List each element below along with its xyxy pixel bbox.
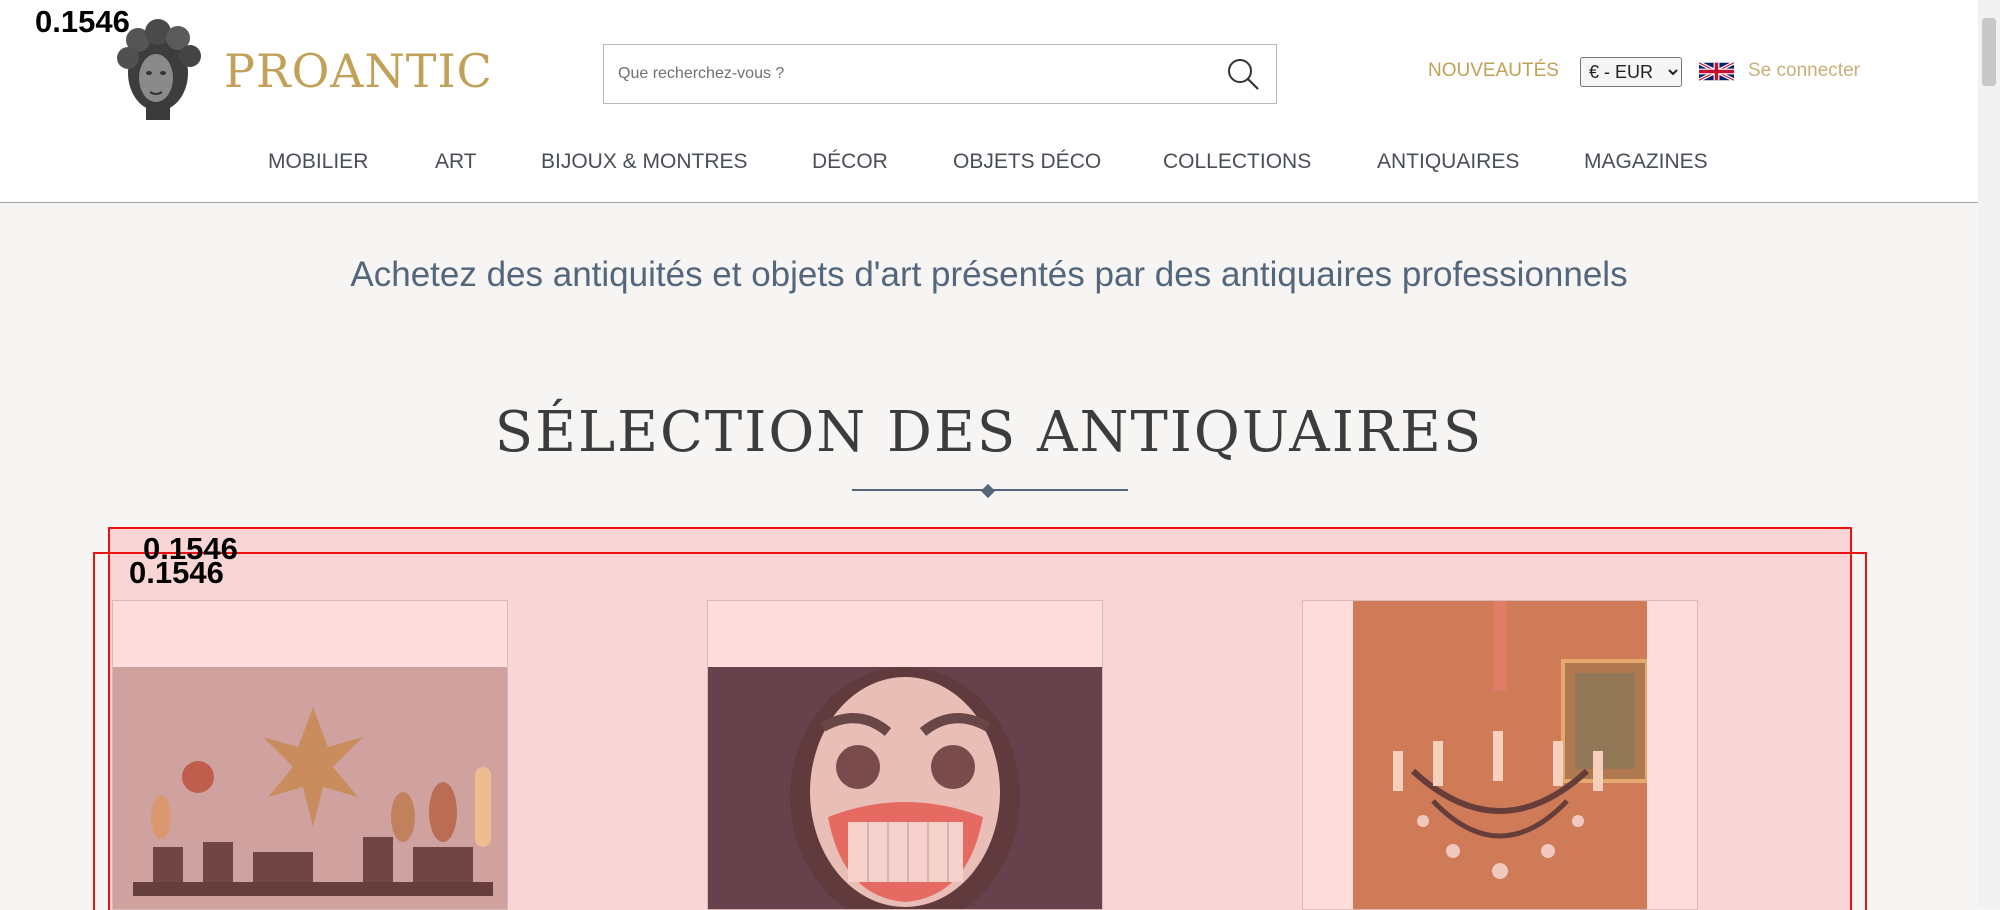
page-tagline: Achetez des antiquités et objets d'art p… xyxy=(350,255,1628,294)
nav-item-collections[interactable]: COLLECTIONS xyxy=(1163,150,1311,174)
scrollbar-thumb[interactable] xyxy=(1982,18,1996,86)
score-label: 0.1546 xyxy=(129,555,224,590)
nav-item-decor[interactable]: DÉCOR xyxy=(812,150,888,174)
site-header: PROANTIC NOUVEAUTÉS € - EUR Se connecter… xyxy=(0,0,1978,203)
site-logo-text[interactable]: PROANTIC xyxy=(224,44,493,98)
nav-item-objets-deco[interactable]: OBJETS DÉCO xyxy=(953,150,1101,174)
search-icon[interactable] xyxy=(1226,57,1260,91)
divider-diamond xyxy=(980,483,996,499)
highlight-overlay-outline xyxy=(93,552,1867,910)
nav-item-art[interactable]: ART xyxy=(435,150,477,174)
section-title: SÉLECTION DES ANTIQUAIRES xyxy=(494,400,1484,465)
search-input[interactable] xyxy=(616,59,1200,89)
nav-item-antiquaires[interactable]: ANTIQUAIRES xyxy=(1377,150,1519,174)
nouveautes-link[interactable]: NOUVEAUTÉS xyxy=(1428,60,1559,82)
uk-flag-icon[interactable] xyxy=(1699,59,1734,84)
score-label: 0.1546 xyxy=(35,4,130,39)
nav-item-magazines[interactable]: MAGAZINES xyxy=(1584,150,1708,174)
main-nav: MOBILIER ART BIJOUX & MONTRES DÉCOR OBJE… xyxy=(0,150,1978,180)
search-bar[interactable] xyxy=(603,44,1277,104)
nav-item-bijoux-montres[interactable]: BIJOUX & MONTRES xyxy=(541,150,748,174)
login-link[interactable]: Se connecter xyxy=(1748,60,1860,82)
currency-select[interactable]: € - EUR xyxy=(1580,57,1682,87)
nav-item-mobilier[interactable]: MOBILIER xyxy=(268,150,368,174)
page-scrollbar[interactable] xyxy=(1978,0,2000,908)
